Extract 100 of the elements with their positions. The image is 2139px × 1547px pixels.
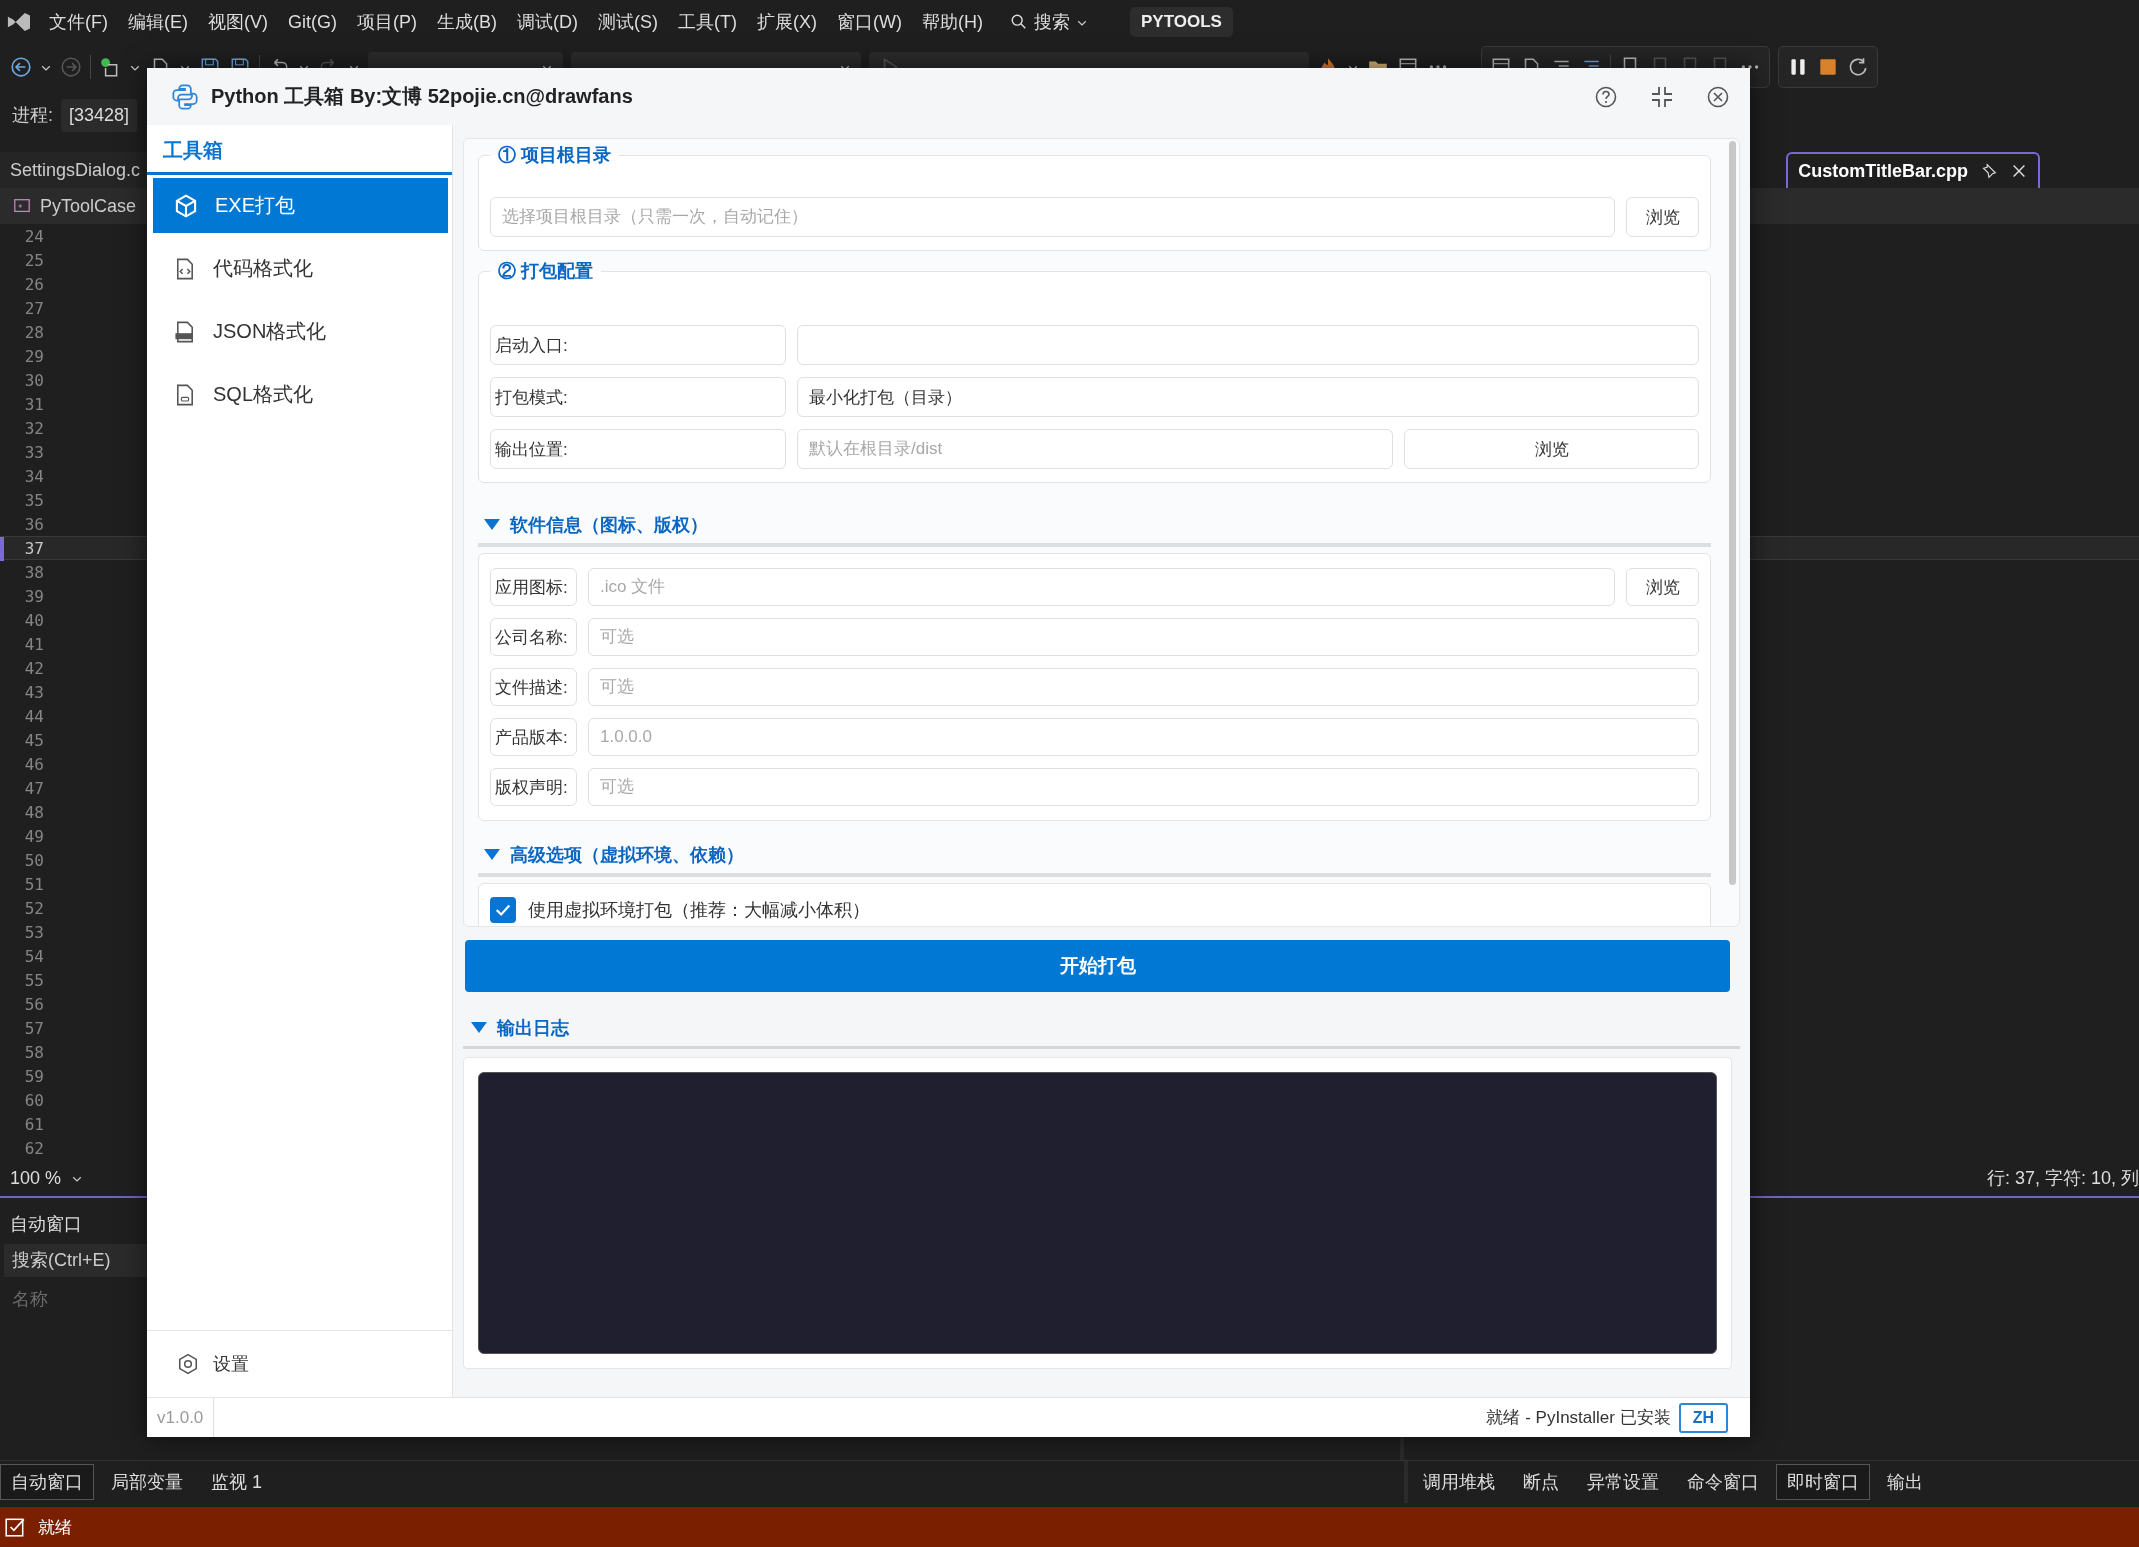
line-number: 44	[23, 706, 45, 726]
cube-icon	[173, 192, 199, 219]
line-number: 43	[23, 682, 45, 702]
line-number: 32	[23, 418, 45, 438]
stop-icon[interactable]	[1817, 56, 1839, 78]
down-triangle-icon	[484, 849, 500, 861]
browse-button[interactable]: 浏览	[1404, 429, 1699, 469]
line-number: 31	[23, 394, 45, 414]
line-number: 57	[23, 1018, 45, 1038]
line-number: 62	[23, 1138, 45, 1158]
line-number: 40	[23, 610, 45, 630]
input-field[interactable]: 最小化打包（目录）	[797, 377, 1699, 417]
panel-tab[interactable]: 异常设置	[1576, 1464, 1670, 1500]
line-number: 61	[23, 1114, 45, 1134]
line-number: 37	[23, 538, 45, 558]
sidebar-heading: 工具箱	[147, 125, 452, 175]
line-number: 52	[23, 898, 45, 918]
menu-item[interactable]: 编辑(E)	[119, 6, 197, 38]
browse-button[interactable]: 浏览	[1626, 568, 1699, 606]
line-number: 55	[23, 970, 45, 990]
field-label: 文件描述:	[490, 668, 577, 706]
line-number: 59	[23, 1066, 45, 1086]
status-message: 就绪 - PyInstaller 已安装	[1486, 1407, 1671, 1429]
menu-item[interactable]: 文件(F)	[40, 6, 117, 38]
menu-item[interactable]: 视图(V)	[199, 6, 277, 38]
version-label: v1.0.0	[147, 1398, 215, 1437]
panel-tab[interactable]: 命令窗口	[1676, 1464, 1770, 1500]
field-label: 输出位置:	[490, 429, 786, 469]
menu-item[interactable]: 生成(B)	[428, 6, 506, 38]
line-number: 58	[23, 1042, 45, 1062]
line-number: 39	[23, 586, 45, 606]
python-icon	[171, 82, 199, 111]
zoom-dropdown[interactable]: 100 %	[10, 1167, 84, 1189]
field-label: 启动入口:	[490, 325, 786, 365]
process-field[interactable]: [33428]	[61, 98, 138, 132]
browse-button[interactable]: 浏览	[1626, 197, 1699, 237]
language-button[interactable]: ZH	[1678, 1402, 1728, 1433]
menu-item[interactable]: 窗口(W)	[827, 6, 911, 38]
input-field[interactable]: .ico 文件	[588, 568, 1615, 606]
sidebar-item[interactable]: 代码格式化	[153, 241, 448, 296]
line-number: 41	[23, 634, 45, 654]
process-label: 进程:	[12, 104, 53, 127]
section-title[interactable]: 软件信息（图标、版权）	[510, 513, 708, 537]
line-number: 45	[23, 730, 45, 750]
line-number: 51	[23, 874, 45, 894]
ready-icon	[4, 1516, 26, 1538]
section-title[interactable]: 高级选项（虚拟环境、依赖）	[510, 843, 744, 867]
start-button[interactable]: 开始打包	[465, 940, 1730, 992]
sidebar-item[interactable]: JSON格式化	[153, 304, 448, 359]
line-number: 49	[23, 826, 45, 846]
sidebar-item[interactable]: EXE打包	[153, 178, 448, 233]
section-title[interactable]: 输出日志	[497, 1016, 569, 1040]
menu-item[interactable]: 扩展(X)	[747, 6, 826, 38]
back-icon[interactable]	[10, 56, 32, 78]
shrink-icon[interactable]	[1650, 84, 1674, 109]
panel-tab[interactable]: 自动窗口	[0, 1464, 94, 1500]
line-number: 33	[23, 442, 45, 462]
line-number: 35	[23, 490, 45, 510]
input-field[interactable]: 可选	[588, 768, 1699, 806]
cursor-position: 行: 37, 字符: 10, 列	[1986, 1167, 2139, 1190]
settings-icon	[177, 1353, 199, 1375]
editor-tab[interactable]: CustomTitleBar.cpp	[1786, 152, 2040, 188]
sidebar-item[interactable]: SQL格式化	[153, 367, 448, 422]
help-icon[interactable]	[1594, 84, 1618, 109]
line-number: 46	[23, 754, 45, 774]
panel-tab[interactable]: 局部变量	[100, 1464, 194, 1500]
panel-tab[interactable]: 即时窗口	[1776, 1464, 1870, 1500]
line-number: 38	[23, 562, 45, 582]
panel-tab[interactable]: 输出	[1876, 1464, 1934, 1500]
menu-item[interactable]: 项目(P)	[348, 6, 426, 38]
input-field[interactable]: 选择项目根目录（只需一次，自动记住）	[490, 197, 1615, 237]
column-header: 名称	[11, 1288, 49, 1311]
panel-tab[interactable]: 调用堆栈	[1412, 1464, 1506, 1500]
menu-item[interactable]: 帮助(H)	[912, 6, 992, 38]
restart-icon[interactable]	[1847, 56, 1869, 78]
line-number: 28	[23, 322, 45, 342]
project-dropdown[interactable]: PyToolCase	[40, 195, 137, 217]
settings-button[interactable]: 设置	[177, 1352, 249, 1376]
input-field[interactable]: 可选	[588, 618, 1699, 656]
menu-item[interactable]: 调试(D)	[508, 6, 587, 38]
input-field[interactable]: 默认在根目录/dist	[797, 429, 1393, 469]
menu-item[interactable]: 工具(T)	[669, 6, 746, 38]
search-button[interactable]: 搜索	[1001, 6, 1096, 38]
menu-item[interactable]: Git(G)	[279, 7, 346, 37]
line-number: 60	[23, 1090, 45, 1110]
input-field[interactable]: 可选	[588, 668, 1699, 706]
panel-tab[interactable]: 断点	[1512, 1464, 1570, 1500]
close-icon[interactable]	[1706, 84, 1730, 109]
line-number: 25	[23, 250, 45, 270]
panel-title: 自动窗口	[9, 1213, 83, 1236]
line-number: 36	[23, 514, 45, 534]
line-number: 26	[23, 274, 45, 294]
menu-item[interactable]: 测试(S)	[589, 6, 667, 38]
line-number: 34	[23, 466, 45, 486]
panel-tab[interactable]: 监视 1	[200, 1464, 273, 1500]
input-field[interactable]: 1.0.0.0	[588, 718, 1699, 756]
down-triangle-icon	[471, 1022, 487, 1034]
input-field[interactable]	[797, 325, 1699, 365]
checkbox[interactable]	[490, 897, 516, 923]
line-number: 42	[23, 658, 45, 678]
